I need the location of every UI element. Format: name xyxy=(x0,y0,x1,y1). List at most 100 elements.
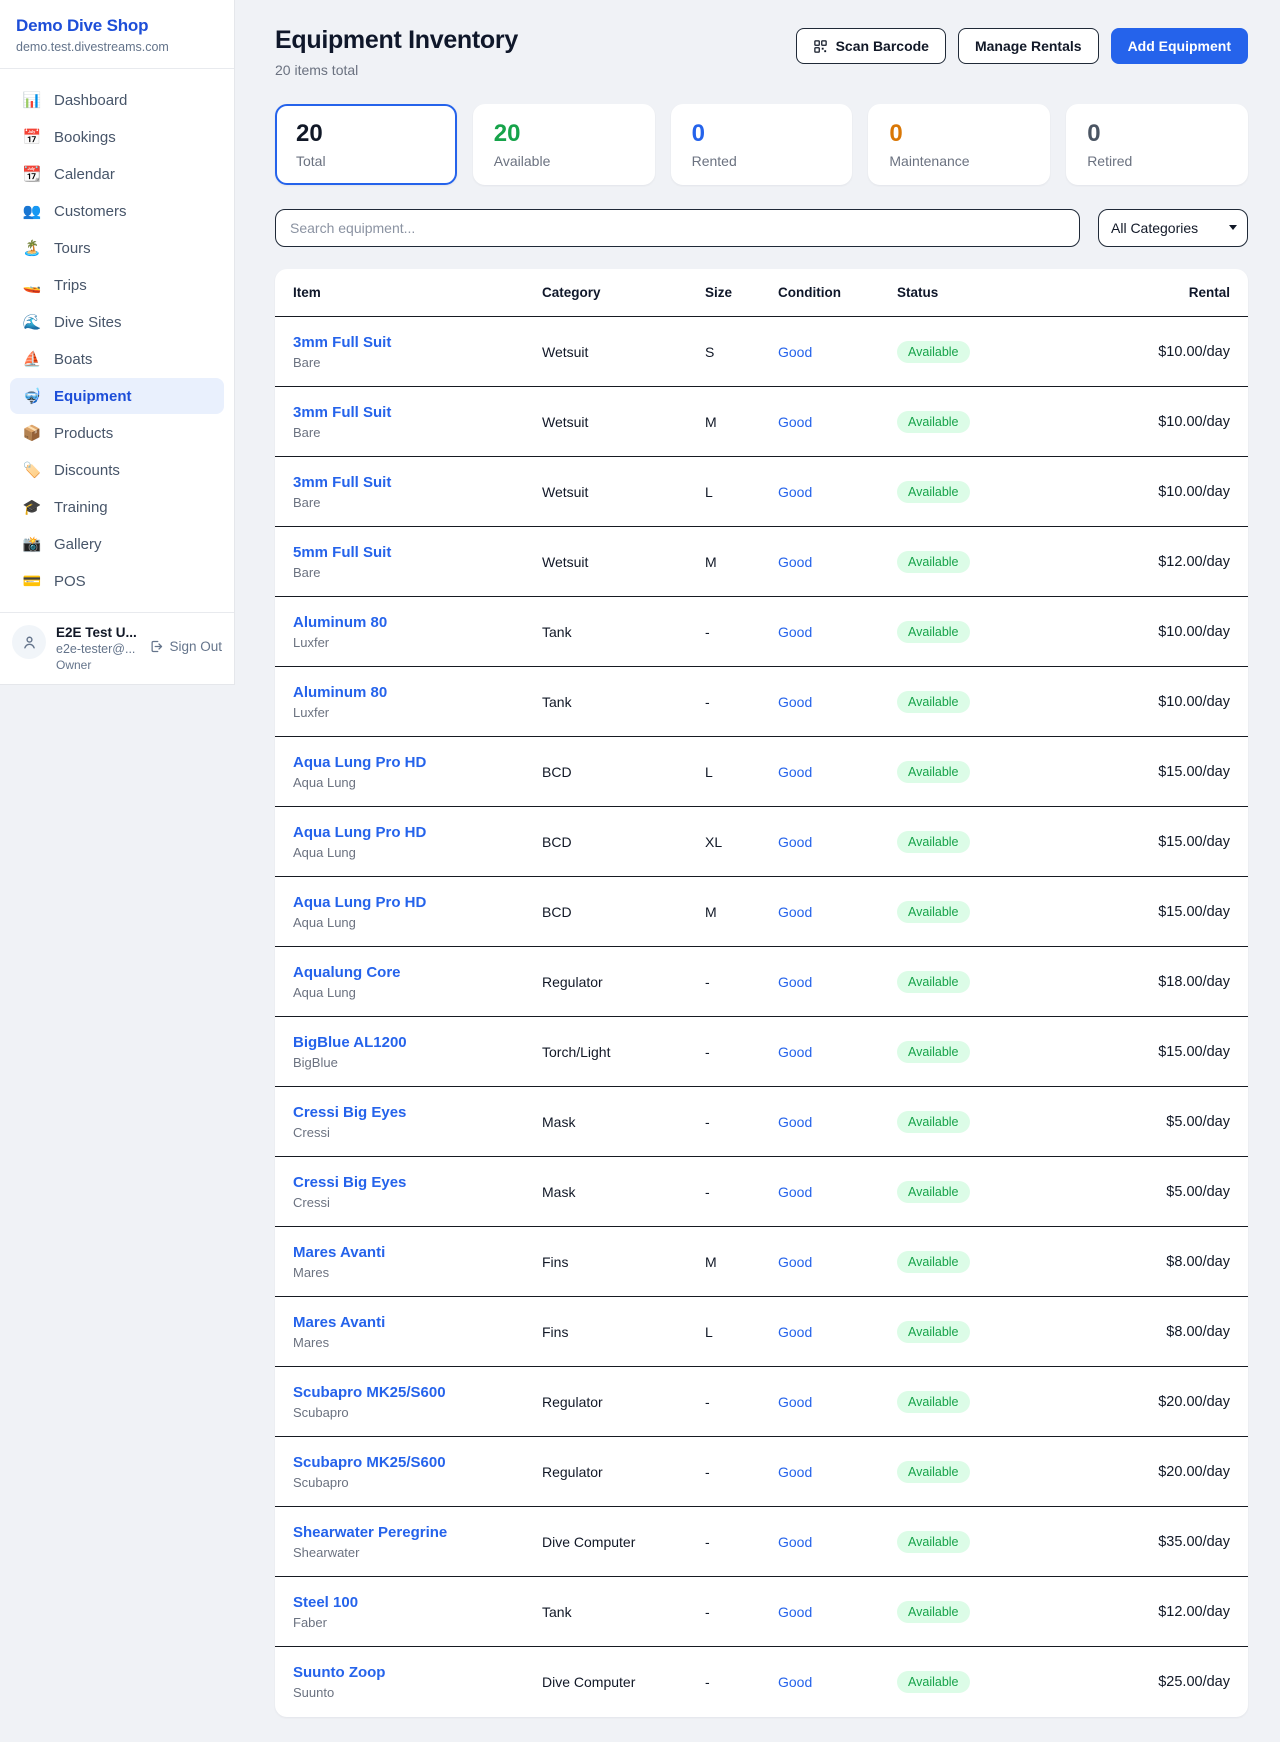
sidebar-nav-item[interactable]: 📸 Gallery xyxy=(10,526,224,562)
item-name-link[interactable]: Shearwater Peregrine xyxy=(293,1524,542,1541)
category-select[interactable]: All Categories xyxy=(1098,209,1248,247)
item-name-link[interactable]: 3mm Full Suit xyxy=(293,474,542,491)
item-name-link[interactable]: Aqualung Core xyxy=(293,964,542,981)
status-badge: Available xyxy=(897,1391,970,1413)
sidebar-nav-item[interactable]: 📅 Bookings xyxy=(10,119,224,155)
stat-card[interactable]: 20 Available xyxy=(473,104,655,185)
item-category: Regulator xyxy=(542,1464,705,1480)
item-category: Mask xyxy=(542,1114,705,1130)
sidebar-nav-item[interactable]: 🎓 Training xyxy=(10,489,224,525)
item-condition-link[interactable]: Good xyxy=(778,904,897,920)
item-condition-link[interactable]: Good xyxy=(778,1394,897,1410)
item-name-link[interactable]: Cressi Big Eyes xyxy=(293,1104,542,1121)
item-condition-link[interactable]: Good xyxy=(778,344,897,360)
item-condition-link[interactable]: Good xyxy=(778,1534,897,1550)
sidebar-nav-item[interactable]: 📆 Calendar xyxy=(10,156,224,192)
sidebar-nav-item[interactable]: 🚤 Trips xyxy=(10,267,224,303)
item-brand: Aqua Lung xyxy=(293,775,542,790)
item-name-link[interactable]: Steel 100 xyxy=(293,1594,542,1611)
sidebar-nav-item[interactable]: 🤿 Equipment xyxy=(10,378,224,414)
sidebar-nav-item[interactable]: 📊 Dashboard xyxy=(10,82,224,118)
page-title: Equipment Inventory xyxy=(275,26,518,55)
item-name-link[interactable]: Aluminum 80 xyxy=(293,614,542,631)
item-name-link[interactable]: Scubapro MK25/S600 xyxy=(293,1384,542,1401)
item-category: Tank xyxy=(542,694,705,710)
item-name-link[interactable]: 5mm Full Suit xyxy=(293,544,542,561)
user-role: Owner xyxy=(56,658,139,672)
item-condition-link[interactable]: Good xyxy=(778,694,897,710)
sidebar-nav-item[interactable]: 🌊 Dive Sites xyxy=(10,304,224,340)
item-name-link[interactable]: Aqua Lung Pro HD xyxy=(293,894,542,911)
item-category: Mask xyxy=(542,1184,705,1200)
sidebar-nav-item[interactable]: 📦 Products xyxy=(10,415,224,451)
col-rental: Rental xyxy=(1047,285,1230,300)
item-rental-rate: $15.00/day xyxy=(1047,764,1230,780)
item-name-link[interactable]: Cressi Big Eyes xyxy=(293,1174,542,1191)
status-badge: Available xyxy=(897,621,970,643)
item-size: L xyxy=(705,764,778,780)
item-category: Wetsuit xyxy=(542,344,705,360)
item-name-link[interactable]: Mares Avanti xyxy=(293,1244,542,1261)
item-condition-link[interactable]: Good xyxy=(778,834,897,850)
item-rental-rate: $25.00/day xyxy=(1047,1674,1230,1690)
sign-out-button[interactable]: Sign Out xyxy=(149,639,222,654)
item-rental-rate: $10.00/day xyxy=(1047,344,1230,360)
item-condition-link[interactable]: Good xyxy=(778,1604,897,1620)
table-row: Scubapro MK25/S600 Scubapro Regulator - … xyxy=(275,1367,1248,1437)
item-condition-link[interactable]: Good xyxy=(778,1254,897,1270)
item-condition-link[interactable]: Good xyxy=(778,554,897,570)
stat-card[interactable]: 0 Rented xyxy=(671,104,853,185)
nav-item-label: Training xyxy=(54,499,108,516)
search-input[interactable] xyxy=(275,209,1080,247)
item-category: Wetsuit xyxy=(542,484,705,500)
item-category: Dive Computer xyxy=(542,1534,705,1550)
sidebar-nav-item[interactable]: 💳 POS xyxy=(10,563,224,599)
status-badge: Available xyxy=(897,831,970,853)
item-condition-link[interactable]: Good xyxy=(778,1674,897,1690)
item-name-link[interactable]: Scubapro MK25/S600 xyxy=(293,1454,542,1471)
stat-card[interactable]: 0 Maintenance xyxy=(868,104,1050,185)
item-name-link[interactable]: BigBlue AL1200 xyxy=(293,1034,542,1051)
item-category: Regulator xyxy=(542,974,705,990)
manage-rentals-button[interactable]: Manage Rentals xyxy=(958,28,1099,64)
item-condition-link[interactable]: Good xyxy=(778,1184,897,1200)
status-badge: Available xyxy=(897,411,970,433)
sidebar-nav-item[interactable]: 🏷️ Discounts xyxy=(10,452,224,488)
item-name-link[interactable]: Aqua Lung Pro HD xyxy=(293,754,542,771)
scan-barcode-button[interactable]: Scan Barcode xyxy=(796,28,946,64)
nav-item-label: Dive Sites xyxy=(54,314,122,331)
item-name-link[interactable]: 3mm Full Suit xyxy=(293,334,542,351)
sidebar-nav-item[interactable]: ⛵ Boats xyxy=(10,341,224,377)
item-brand: Bare xyxy=(293,495,542,510)
item-category: Wetsuit xyxy=(542,554,705,570)
item-name-link[interactable]: Aluminum 80 xyxy=(293,684,542,701)
item-size: - xyxy=(705,1674,778,1690)
add-equipment-button[interactable]: Add Equipment xyxy=(1111,28,1248,64)
item-condition-link[interactable]: Good xyxy=(778,484,897,500)
item-condition-link[interactable]: Good xyxy=(778,1114,897,1130)
item-size: L xyxy=(705,484,778,500)
table-row: Aluminum 80 Luxfer Tank - Good Available… xyxy=(275,667,1248,737)
col-category: Category xyxy=(542,285,705,300)
item-category: Fins xyxy=(542,1324,705,1340)
sidebar-nav-item[interactable]: 👥 Customers xyxy=(10,193,224,229)
item-size: - xyxy=(705,694,778,710)
item-size: - xyxy=(705,1534,778,1550)
item-condition-link[interactable]: Good xyxy=(778,414,897,430)
item-brand: Aqua Lung xyxy=(293,985,542,1000)
status-badge: Available xyxy=(897,761,970,783)
item-condition-link[interactable]: Good xyxy=(778,1044,897,1060)
item-condition-link[interactable]: Good xyxy=(778,1464,897,1480)
item-condition-link[interactable]: Good xyxy=(778,624,897,640)
brand-name[interactable]: Demo Dive Shop xyxy=(16,16,218,36)
item-name-link[interactable]: Suunto Zoop xyxy=(293,1664,542,1681)
item-name-link[interactable]: Mares Avanti xyxy=(293,1314,542,1331)
item-name-link[interactable]: 3mm Full Suit xyxy=(293,404,542,421)
item-condition-link[interactable]: Good xyxy=(778,1324,897,1340)
item-name-link[interactable]: Aqua Lung Pro HD xyxy=(293,824,542,841)
sidebar-nav-item[interactable]: 🏝️ Tours xyxy=(10,230,224,266)
stat-card[interactable]: 20 Total xyxy=(275,104,457,185)
item-condition-link[interactable]: Good xyxy=(778,764,897,780)
stat-card[interactable]: 0 Retired xyxy=(1066,104,1248,185)
item-condition-link[interactable]: Good xyxy=(778,974,897,990)
